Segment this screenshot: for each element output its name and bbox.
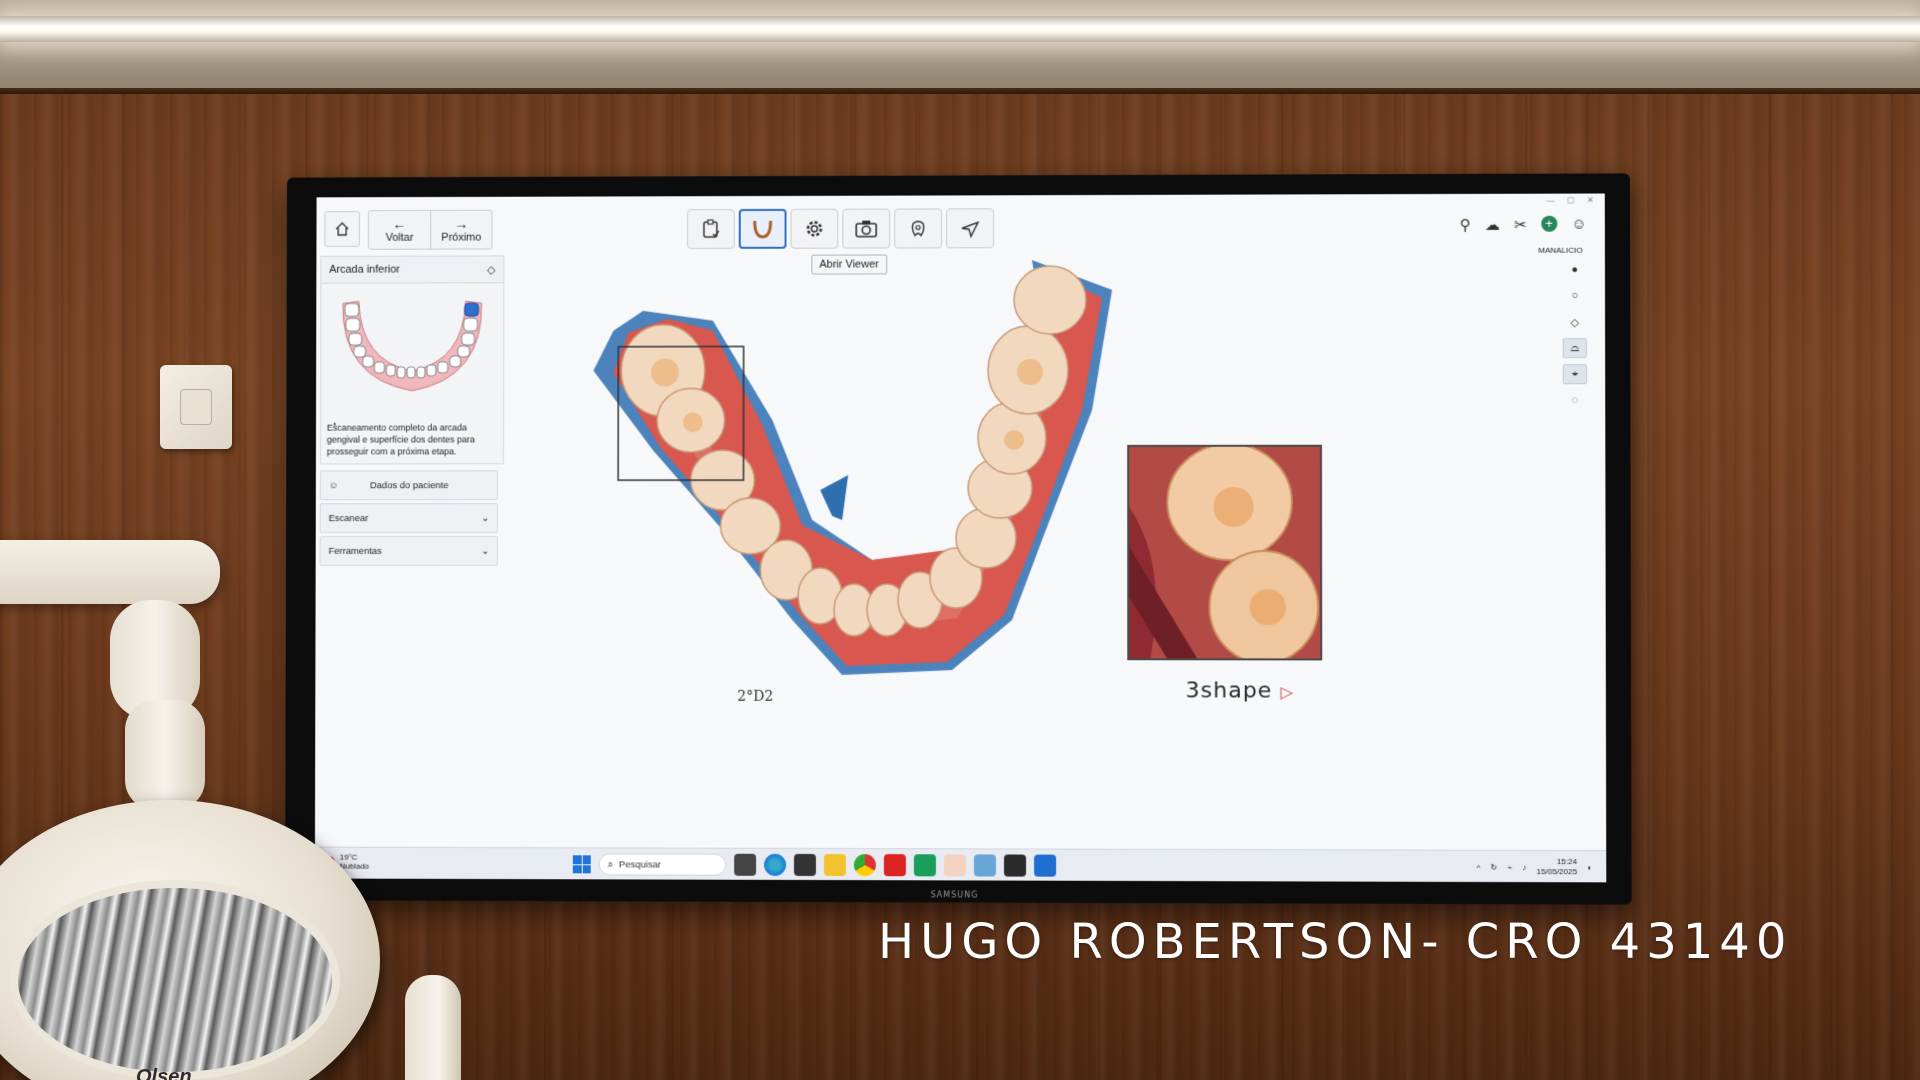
panel-title: Arcada inferior [329, 263, 400, 276]
tools-label: Ferramentas [328, 545, 382, 557]
user-icon[interactable]: ☺ [1571, 216, 1587, 234]
tooth-analysis-icon [907, 217, 929, 239]
scan-dropdown[interactable]: Escanear ⌄ [319, 503, 498, 534]
analysis-button[interactable] [894, 208, 943, 249]
nav-button-group: ← Voltar → Próximo [367, 209, 493, 250]
3shape-app-icon[interactable] [943, 854, 966, 877]
sheets-icon[interactable] [913, 854, 936, 877]
notification-icon[interactable]: ◐ [1587, 863, 1592, 872]
lamp-brand: Olsen [136, 1066, 192, 1080]
ceiling-light-strip [0, 16, 1920, 42]
chevron-down-icon: ⌄ [481, 512, 490, 524]
tools-icon[interactable]: ✂ [1514, 216, 1527, 234]
arrow-right-icon: → [454, 215, 469, 232]
media-icon[interactable] [883, 854, 906, 877]
chrome-icon[interactable] [853, 854, 876, 877]
weather-desc: Nublado [339, 861, 370, 871]
lamp-neck [125, 700, 205, 810]
scanner-app-icon[interactable] [1004, 854, 1027, 877]
next-label: Próximo [441, 231, 482, 244]
patient-data-button[interactable]: ☺ Dados do paciente [319, 470, 499, 501]
both-jaws-icon[interactable]: ⌖ [1562, 364, 1588, 385]
settings-button[interactable] [790, 208, 839, 249]
volume-icon[interactable]: ♪ [1522, 862, 1526, 871]
tv: ← Voltar → Próximo Abrir Viewer — ▢ ✕ ⚲ … [285, 173, 1632, 905]
windows-taskbar: 19°C Nublado ⌕ Pesquisar ^ ↻ ⌁ ♪ 15:24 1… [314, 846, 1607, 883]
3shape-logo: 3shape ▷ [1185, 678, 1294, 704]
next-button[interactable]: → Próximo [430, 210, 492, 249]
file-explorer-icon[interactable] [823, 853, 846, 877]
date: 15/05/2025 [1536, 867, 1578, 877]
sync-icon[interactable]: ↻ [1491, 862, 1498, 871]
arrow-left-icon: ← [392, 215, 407, 232]
camera-view-image [1129, 444, 1323, 661]
chevron-up-icon[interactable]: ^ [1477, 862, 1481, 871]
home-button[interactable] [324, 211, 361, 247]
top-right-icons: ⚲ ☁ ✂ + ☺ [1460, 216, 1587, 234]
add-icon[interactable]: + [1540, 215, 1558, 232]
taskbar-apps: ⌕ Pesquisar [572, 853, 1057, 877]
lower-jaw-3d-scan[interactable] [573, 259, 1132, 690]
network-icon[interactable]: ⌁ [1507, 862, 1512, 871]
send-icon [962, 221, 981, 239]
time: 15:24 [1556, 857, 1578, 867]
patient-label: Dados do paciente [369, 479, 449, 491]
diamond-icon: ◇ [487, 263, 496, 276]
terminal-icon[interactable] [794, 853, 816, 876]
wall-switch [160, 365, 232, 449]
info-icon[interactable]: ◌ [1563, 390, 1587, 410]
home-icon [334, 221, 350, 237]
ceiling [0, 0, 1920, 92]
weather-temp: 19°C [339, 852, 358, 862]
lamp-handle [405, 975, 461, 1080]
back-button[interactable]: ← Voltar [369, 211, 430, 249]
logo-text: 3shape [1185, 678, 1273, 704]
tv-screen: ← Voltar → Próximo Abrir Viewer — ▢ ✕ ⚲ … [314, 193, 1607, 883]
workflow-toolbar [687, 208, 995, 251]
drop-icon[interactable]: ● [1563, 260, 1587, 280]
scan-label: Escanear [328, 512, 369, 524]
viewer-app-icon[interactable] [973, 854, 996, 877]
taskbar-search[interactable]: ⌕ Pesquisar [598, 853, 727, 876]
prescription-button[interactable] [687, 209, 735, 249]
lamp-arm [0, 540, 220, 604]
lamp-reflector [10, 880, 340, 1080]
clock[interactable]: 15:24 15/05/2025 [1537, 857, 1578, 877]
ceiling-edge [0, 88, 1920, 94]
window-controls[interactable]: — ▢ ✕ [1547, 196, 1599, 205]
bottom-mark: 2°D2 [737, 688, 774, 705]
task-view-icon[interactable] [734, 853, 757, 876]
jaw-icon [751, 218, 775, 240]
scan-jaw-button[interactable] [738, 208, 787, 249]
lower-arch-illustration [321, 283, 503, 413]
user-label: MANALICIO [1538, 245, 1583, 255]
doctor-caption: HUGO ROBERTSON- CRO 43140 [878, 914, 1793, 970]
edge-icon[interactable] [764, 853, 787, 876]
diamond-icon[interactable]: ◇ [1563, 312, 1587, 332]
clipboard-icon [700, 218, 722, 240]
send-button[interactable] [946, 208, 995, 249]
tv-brand: SAMSUNG [930, 890, 979, 900]
system-tray: ^ ↻ ⌁ ♪ 15:24 15/05/2025 ◐ [1477, 857, 1592, 877]
tooth-view-icon[interactable]: ⚲ [1460, 216, 1471, 234]
search-placeholder: Pesquisar [618, 858, 661, 871]
cloud-icon[interactable]: ☁ [1485, 216, 1500, 234]
tools-dropdown[interactable]: Ferramentas ⌄ [319, 536, 498, 566]
patient-icon: ☺ [328, 479, 339, 491]
chevron-down-icon: ⌄ [481, 545, 489, 557]
store-app-icon[interactable] [1034, 854, 1057, 877]
back-label: Voltar [385, 231, 414, 244]
search-icon: ⌕ [607, 858, 613, 870]
upper-jaw-icon[interactable]: ⌓ [1562, 338, 1587, 359]
photo-button[interactable] [842, 208, 891, 249]
panel-description: Escaneamento completo da arcada gengival… [326, 422, 475, 457]
panel-header[interactable]: Arcada inferior ◇ [320, 255, 505, 284]
windows-icon[interactable] [572, 855, 591, 874]
gear-icon [803, 218, 825, 240]
circle-icon[interactable]: ○ [1563, 286, 1587, 306]
intraoral-camera-view [1127, 444, 1323, 661]
view-rail: ● ○ ◇ ⌓ ⌖ ◌ [1562, 260, 1588, 411]
camera-icon [854, 219, 878, 239]
